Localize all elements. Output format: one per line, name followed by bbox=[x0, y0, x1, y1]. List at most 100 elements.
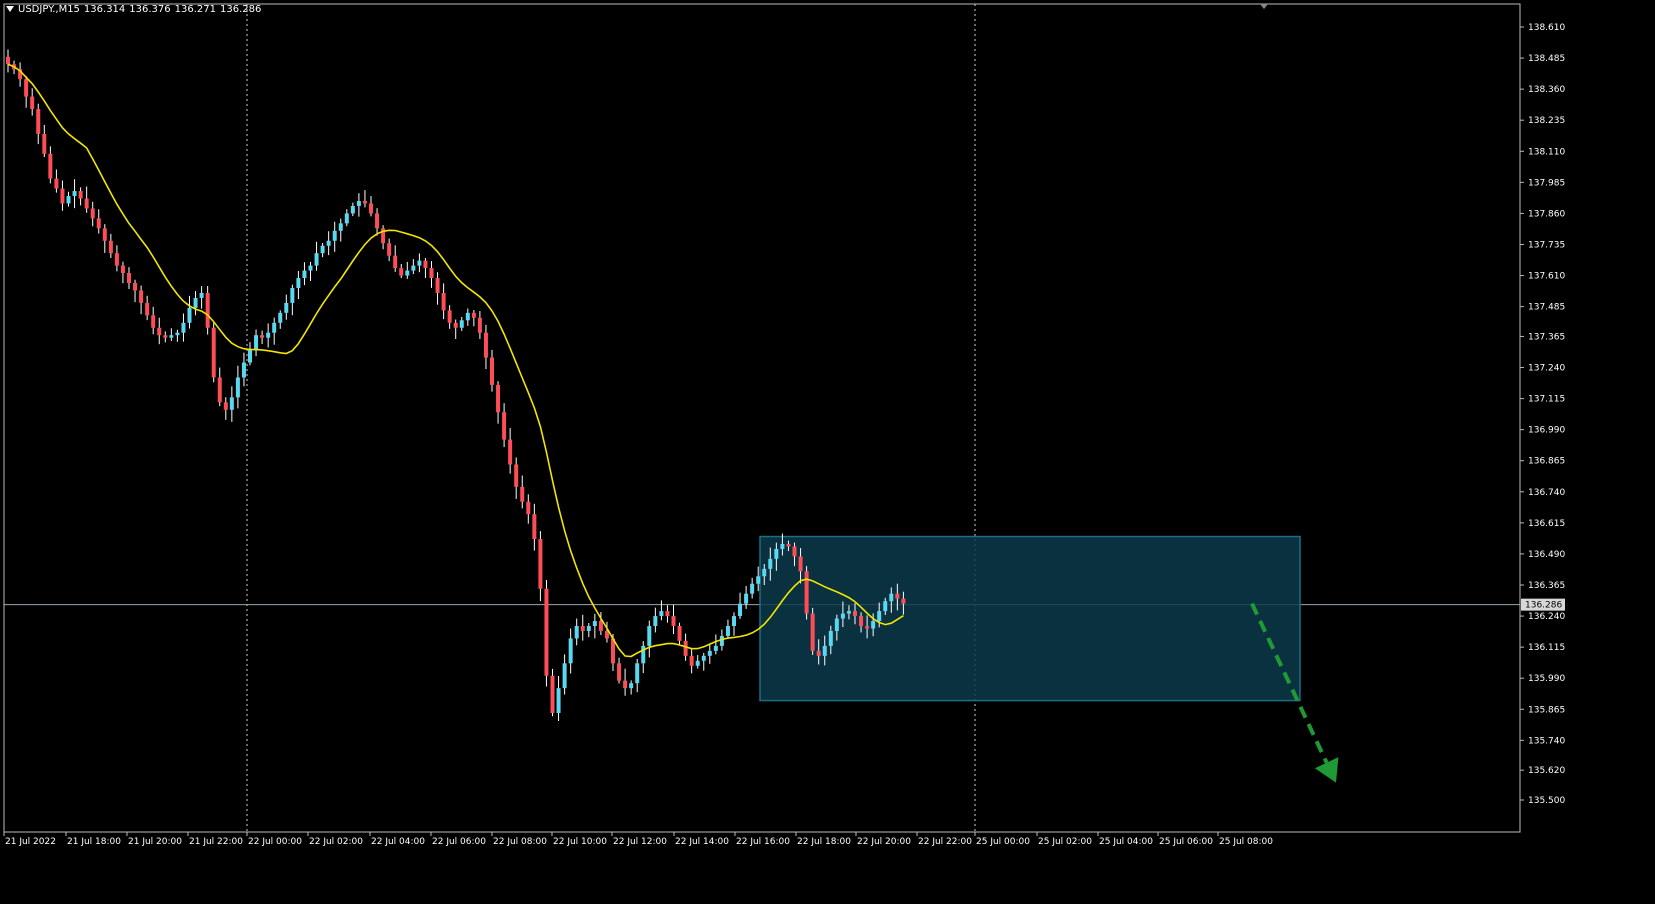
bear-candle-body bbox=[387, 243, 392, 256]
bear-candle-body bbox=[369, 203, 373, 214]
bull-candle-body bbox=[780, 543, 785, 549]
bull-candle-body bbox=[326, 240, 331, 246]
y-tick-label: 136.865 bbox=[1528, 457, 1565, 467]
bull-candle-body bbox=[725, 626, 730, 636]
candle bbox=[544, 579, 549, 687]
y-tick-label: 137.115 bbox=[1528, 395, 1565, 405]
candle bbox=[90, 201, 95, 227]
bear-candle-body bbox=[78, 191, 83, 199]
bull-candle-body bbox=[846, 611, 851, 614]
bear-candle-body bbox=[260, 335, 265, 338]
bull-candle-body bbox=[350, 205, 355, 214]
bear-candle-body bbox=[623, 680, 628, 689]
bull-candle-body bbox=[556, 688, 561, 714]
y-tick-label: 137.860 bbox=[1528, 209, 1565, 219]
x-tick-label: 21 Jul 2022 bbox=[5, 837, 56, 847]
bear-candle-body bbox=[816, 650, 821, 656]
candle bbox=[810, 607, 815, 655]
bear-candle-body bbox=[804, 571, 809, 614]
bear-candle-body bbox=[792, 546, 797, 557]
y-tick-label: 137.240 bbox=[1528, 364, 1565, 374]
candle bbox=[42, 124, 47, 158]
candle bbox=[193, 291, 198, 316]
bull-candle-body bbox=[72, 191, 77, 197]
candle bbox=[157, 317, 162, 345]
bull-candle-body bbox=[181, 322, 186, 333]
bear-candle-body bbox=[30, 96, 35, 110]
y-tick-label: 138.360 bbox=[1528, 85, 1565, 95]
candle bbox=[60, 180, 65, 211]
bull-candle-body bbox=[762, 568, 767, 577]
bear-candle-body bbox=[435, 278, 440, 293]
bear-candle-body bbox=[429, 268, 434, 279]
candle bbox=[689, 649, 694, 674]
candle bbox=[181, 313, 186, 342]
y-tick-label: 135.620 bbox=[1528, 766, 1565, 776]
bull-candle-body bbox=[278, 312, 283, 323]
x-tick-label: 22 Jul 16:00 bbox=[736, 837, 790, 847]
x-tick-label: 22 Jul 00:00 bbox=[248, 837, 302, 847]
candle bbox=[435, 272, 440, 305]
candle bbox=[114, 245, 119, 272]
price-chart[interactable]: 138.610 138.485 138.360 138.235 138.110 137.9… bbox=[0, 0, 1655, 900]
candle bbox=[326, 231, 331, 256]
candle bbox=[483, 324, 488, 370]
candle bbox=[169, 328, 174, 342]
bear-candle-body bbox=[453, 322, 458, 328]
candle bbox=[84, 186, 89, 213]
candle bbox=[423, 258, 428, 279]
bear-candle-body bbox=[139, 290, 144, 303]
bull-candle-body bbox=[713, 645, 718, 651]
dropdown-triangle-icon[interactable] bbox=[6, 6, 14, 12]
bull-candle-body bbox=[822, 645, 827, 656]
bear-candle-body bbox=[362, 200, 367, 204]
candle bbox=[459, 316, 464, 331]
bull-candle-body bbox=[647, 626, 652, 646]
bear-candle-body bbox=[114, 253, 119, 266]
bull-candle-body bbox=[284, 302, 289, 313]
x-tick-label: 21 Jul 18:00 bbox=[67, 837, 121, 847]
candle bbox=[6, 49, 10, 73]
bull-candle-body bbox=[417, 260, 422, 266]
candle bbox=[471, 310, 476, 327]
x-tick-label: 25 Jul 00:00 bbox=[976, 837, 1030, 847]
candle bbox=[526, 494, 531, 524]
candle bbox=[187, 295, 192, 329]
candle bbox=[665, 605, 670, 623]
bear-candle-body bbox=[477, 317, 482, 333]
bull-candle-body bbox=[308, 265, 313, 271]
bull-candle-body bbox=[296, 278, 301, 288]
bull-candle-body bbox=[290, 287, 295, 303]
candle bbox=[532, 503, 537, 551]
bull-candle-body bbox=[411, 265, 416, 271]
bear-candle-body bbox=[598, 621, 603, 631]
x-tick-label: 22 Jul 08:00 bbox=[493, 837, 547, 847]
candle bbox=[707, 643, 712, 664]
y-tick-label: 136.615 bbox=[1528, 519, 1565, 529]
bull-candle-body bbox=[574, 626, 579, 639]
bear-candle-body bbox=[54, 178, 59, 189]
bull-candle-body bbox=[193, 297, 198, 308]
candle bbox=[369, 196, 373, 217]
candle bbox=[405, 261, 410, 279]
candle bbox=[36, 103, 41, 145]
candle bbox=[375, 208, 380, 236]
candle bbox=[429, 261, 434, 288]
candle bbox=[635, 658, 640, 693]
bear-candle-body bbox=[48, 153, 53, 179]
candle bbox=[78, 187, 83, 206]
bull-candle-body bbox=[889, 593, 894, 602]
candle bbox=[260, 330, 265, 345]
candle bbox=[302, 262, 307, 286]
candle bbox=[574, 618, 579, 646]
bull-candle-body bbox=[695, 660, 700, 666]
bear-candle-body bbox=[859, 616, 864, 627]
bull-candle-body bbox=[344, 213, 349, 224]
y-tick-label: 138.485 bbox=[1528, 54, 1565, 64]
bull-candle-body bbox=[320, 245, 325, 254]
bull-candle-body bbox=[659, 611, 664, 617]
candle bbox=[538, 531, 543, 602]
bear-candle-body bbox=[901, 598, 906, 604]
candle bbox=[623, 668, 628, 696]
candle bbox=[417, 253, 422, 273]
